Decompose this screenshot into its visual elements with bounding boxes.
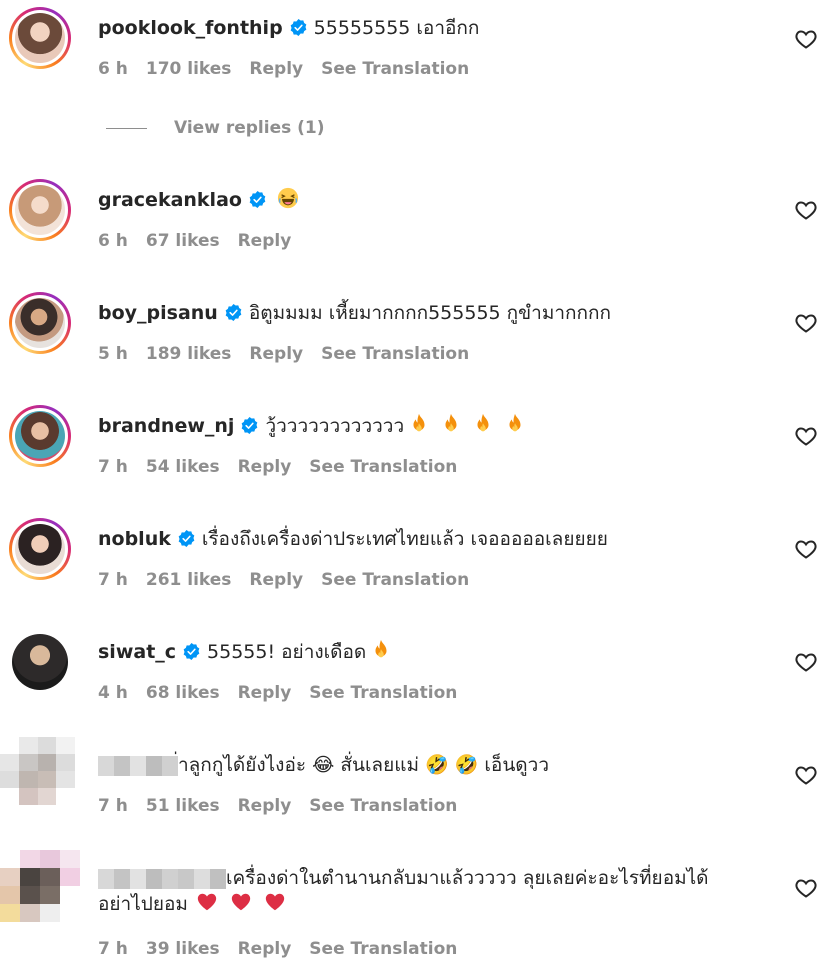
- fire-emoji-icon: [445, 413, 457, 432]
- comments-list: pooklook_fonthip 55555555 เอาอีกก 6 h 170 …: [0, 0, 820, 977]
- avatar[interactable]: [9, 179, 71, 241]
- comment-time[interactable]: 6 h: [98, 231, 128, 251]
- reply-button[interactable]: Reply: [249, 344, 303, 364]
- comment-username[interactable]: siwat_c: [98, 641, 176, 663]
- like-heart-icon[interactable]: [794, 27, 818, 51]
- view-replies-link[interactable]: View replies (1): [106, 118, 325, 138]
- view-replies-label: View replies (1): [174, 118, 325, 138]
- comment-username[interactable]: pooklook_fonthip: [98, 17, 283, 39]
- avatar[interactable]: [12, 634, 68, 690]
- comment-likes[interactable]: 54 likes: [146, 457, 220, 477]
- verified-badge-icon: [242, 416, 258, 435]
- heart-emoji-icon: [231, 893, 251, 911]
- verified-badge-icon: [249, 190, 266, 209]
- see-translation-link[interactable]: See Translation: [309, 683, 457, 703]
- comment-time[interactable]: 4 h: [98, 683, 128, 703]
- verified-badge-icon: [290, 18, 307, 37]
- comment-username[interactable]: boy_pisanu: [98, 302, 218, 324]
- comment-item: gracekanklao 6 h 67 likes Reply: [0, 172, 820, 282]
- comment-time[interactable]: 7 h: [98, 796, 128, 816]
- fire-emoji-icon: [509, 413, 521, 432]
- heart-emoji-icon: [197, 893, 217, 911]
- comment-text: วู้วววววววววววว: [265, 415, 405, 437]
- comment-item: ่าลูกกูได้ยังไงอ่ะ 😂 สั่นเลยแม่ 🤣 🤣 เอ็น…: [0, 737, 820, 847]
- see-translation-link[interactable]: See Translation: [321, 570, 469, 590]
- reply-button[interactable]: Reply: [249, 59, 303, 79]
- avatar[interactable]: [9, 518, 71, 580]
- see-translation-link[interactable]: See Translation: [309, 939, 457, 959]
- comment-text: ่าลูกกูได้ยังไงอ่ะ 😂 สั่นเลยแม่ 🤣 🤣 เอ็น…: [178, 754, 549, 776]
- comment-time[interactable]: 7 h: [98, 570, 128, 590]
- like-heart-icon[interactable]: [794, 198, 818, 222]
- fire-emoji-icon: [375, 639, 387, 658]
- comment-item: siwat_c 55555! อย่างเดือด 4 h 68 likes Repl…: [0, 624, 820, 734]
- comment-likes[interactable]: 68 likes: [146, 683, 220, 703]
- avatar-pixelated[interactable]: [0, 850, 80, 922]
- comment-text: 55555555 เอาอีกก: [313, 17, 480, 39]
- comment-text: 55555! อย่างเดือด: [207, 641, 367, 663]
- reply-button[interactable]: Reply: [238, 796, 292, 816]
- reply-button[interactable]: Reply: [249, 570, 303, 590]
- fire-emoji-icon: [477, 413, 489, 432]
- reply-button[interactable]: Reply: [238, 683, 292, 703]
- replies-divider: [106, 127, 147, 129]
- like-heart-icon[interactable]: [794, 424, 818, 448]
- verified-badge-icon: [178, 529, 195, 548]
- comment-item: boy_pisanu อิตูมมมม เหี้ยมากกกก555555 กูข…: [0, 285, 820, 395]
- redacted-username: [98, 755, 178, 776]
- reply-button[interactable]: Reply: [238, 457, 292, 477]
- comment-likes[interactable]: 189 likes: [146, 344, 232, 364]
- avatar[interactable]: [9, 405, 71, 467]
- verified-badge-icon: [225, 303, 242, 322]
- like-heart-icon[interactable]: [794, 537, 818, 561]
- reply-button[interactable]: Reply: [238, 231, 292, 251]
- like-heart-icon[interactable]: [794, 650, 818, 674]
- fire-emoji-icon: [413, 413, 425, 432]
- comment-username[interactable]: brandnew_nj: [98, 415, 234, 437]
- see-translation-link[interactable]: See Translation: [321, 59, 469, 79]
- redacted-username: [98, 868, 226, 889]
- comment-time[interactable]: 7 h: [98, 457, 128, 477]
- avatar-pixelated[interactable]: [0, 737, 75, 805]
- comment-likes[interactable]: 261 likes: [146, 570, 232, 590]
- comment-likes[interactable]: 39 likes: [146, 939, 220, 959]
- like-heart-icon[interactable]: [794, 876, 818, 900]
- reply-button[interactable]: Reply: [238, 939, 292, 959]
- comment-text: อิตูมมมม เหี้ยมากกกก555555 กูขำมากกกก: [248, 302, 612, 324]
- comment-likes[interactable]: 170 likes: [146, 59, 232, 79]
- comment-username[interactable]: gracekanklao: [98, 189, 242, 211]
- see-translation-link[interactable]: See Translation: [321, 344, 469, 364]
- comment-time[interactable]: 7 h: [98, 939, 128, 959]
- comment-likes[interactable]: 67 likes: [146, 231, 220, 251]
- comment-item: เครื่องด่าในตำนานกลับมาแล้ววววว ลุยเลยค่…: [0, 850, 820, 977]
- comment-time[interactable]: 5 h: [98, 344, 128, 364]
- comment-likes[interactable]: 51 likes: [146, 796, 220, 816]
- avatar[interactable]: [9, 7, 71, 69]
- like-heart-icon[interactable]: [794, 763, 818, 787]
- verified-badge-icon: [183, 642, 200, 661]
- like-heart-icon[interactable]: [794, 311, 818, 335]
- comment-time[interactable]: 6 h: [98, 59, 128, 79]
- comment-text: เรื่องถึงเครื่องด่าประเทศไทยแล้ว เจอออออ…: [201, 528, 608, 550]
- comment-item: nobluk เรื่องถึงเครื่องด่าประเทศไทยแล้ว เ…: [0, 511, 820, 621]
- avatar[interactable]: [9, 292, 71, 354]
- comment-username[interactable]: nobluk: [98, 528, 171, 550]
- comment-item: brandnew_nj วู้วววววววววววว 7 h 54 likes Re…: [0, 398, 820, 508]
- comment-item: pooklook_fonthip 55555555 เอาอีกก 6 h 170 …: [0, 0, 820, 150]
- heart-emoji-icon: [265, 893, 285, 911]
- laughing-emoji-icon: [277, 187, 299, 209]
- see-translation-link[interactable]: See Translation: [309, 796, 457, 816]
- see-translation-link[interactable]: See Translation: [309, 457, 457, 477]
